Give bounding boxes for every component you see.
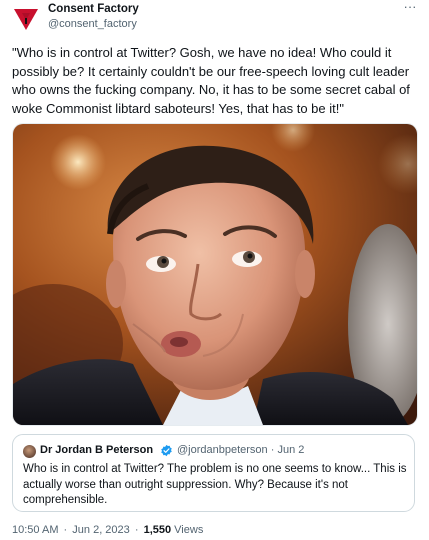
views-count[interactable]: 1,550 bbox=[144, 524, 172, 536]
tweet-date[interactable]: Jun 2, 2023 bbox=[72, 524, 130, 536]
more-options-icon[interactable]: ··· bbox=[399, 0, 421, 18]
tweet-card: Consent Factory @consent_factory ··· "Wh… bbox=[0, 0, 429, 540]
author-display-name[interactable]: Consent Factory bbox=[48, 3, 139, 15]
meta-separator: · bbox=[63, 524, 68, 536]
quoted-display-name[interactable]: Dr Jordan B Peterson bbox=[40, 444, 153, 456]
verified-badge-icon bbox=[161, 444, 172, 457]
tweet-text: "Who is in control at Twitter? Gosh, we … bbox=[12, 45, 410, 116]
meta-separator: · bbox=[134, 524, 139, 536]
views-label: Views bbox=[174, 524, 204, 536]
tweet-photo[interactable] bbox=[12, 123, 418, 426]
quoted-tweet[interactable]: Dr Jordan B Peterson @jordanbpeterson · … bbox=[12, 434, 415, 512]
tweet-meta: 10:50 AM · Jun 2, 2023 · 1,550 Views bbox=[12, 524, 203, 536]
quoted-tweet-text: Who is in control at Twitter? The proble… bbox=[23, 463, 407, 506]
photo-image bbox=[13, 124, 417, 425]
author-handle[interactable]: @consent_factory bbox=[48, 18, 137, 30]
quoted-avatar[interactable] bbox=[23, 445, 36, 458]
avatar[interactable] bbox=[13, 6, 39, 32]
tweet-time[interactable]: 10:50 AM bbox=[12, 524, 58, 536]
quoted-handle-and-date[interactable]: @jordanbpeterson · Jun 2 bbox=[177, 444, 304, 456]
